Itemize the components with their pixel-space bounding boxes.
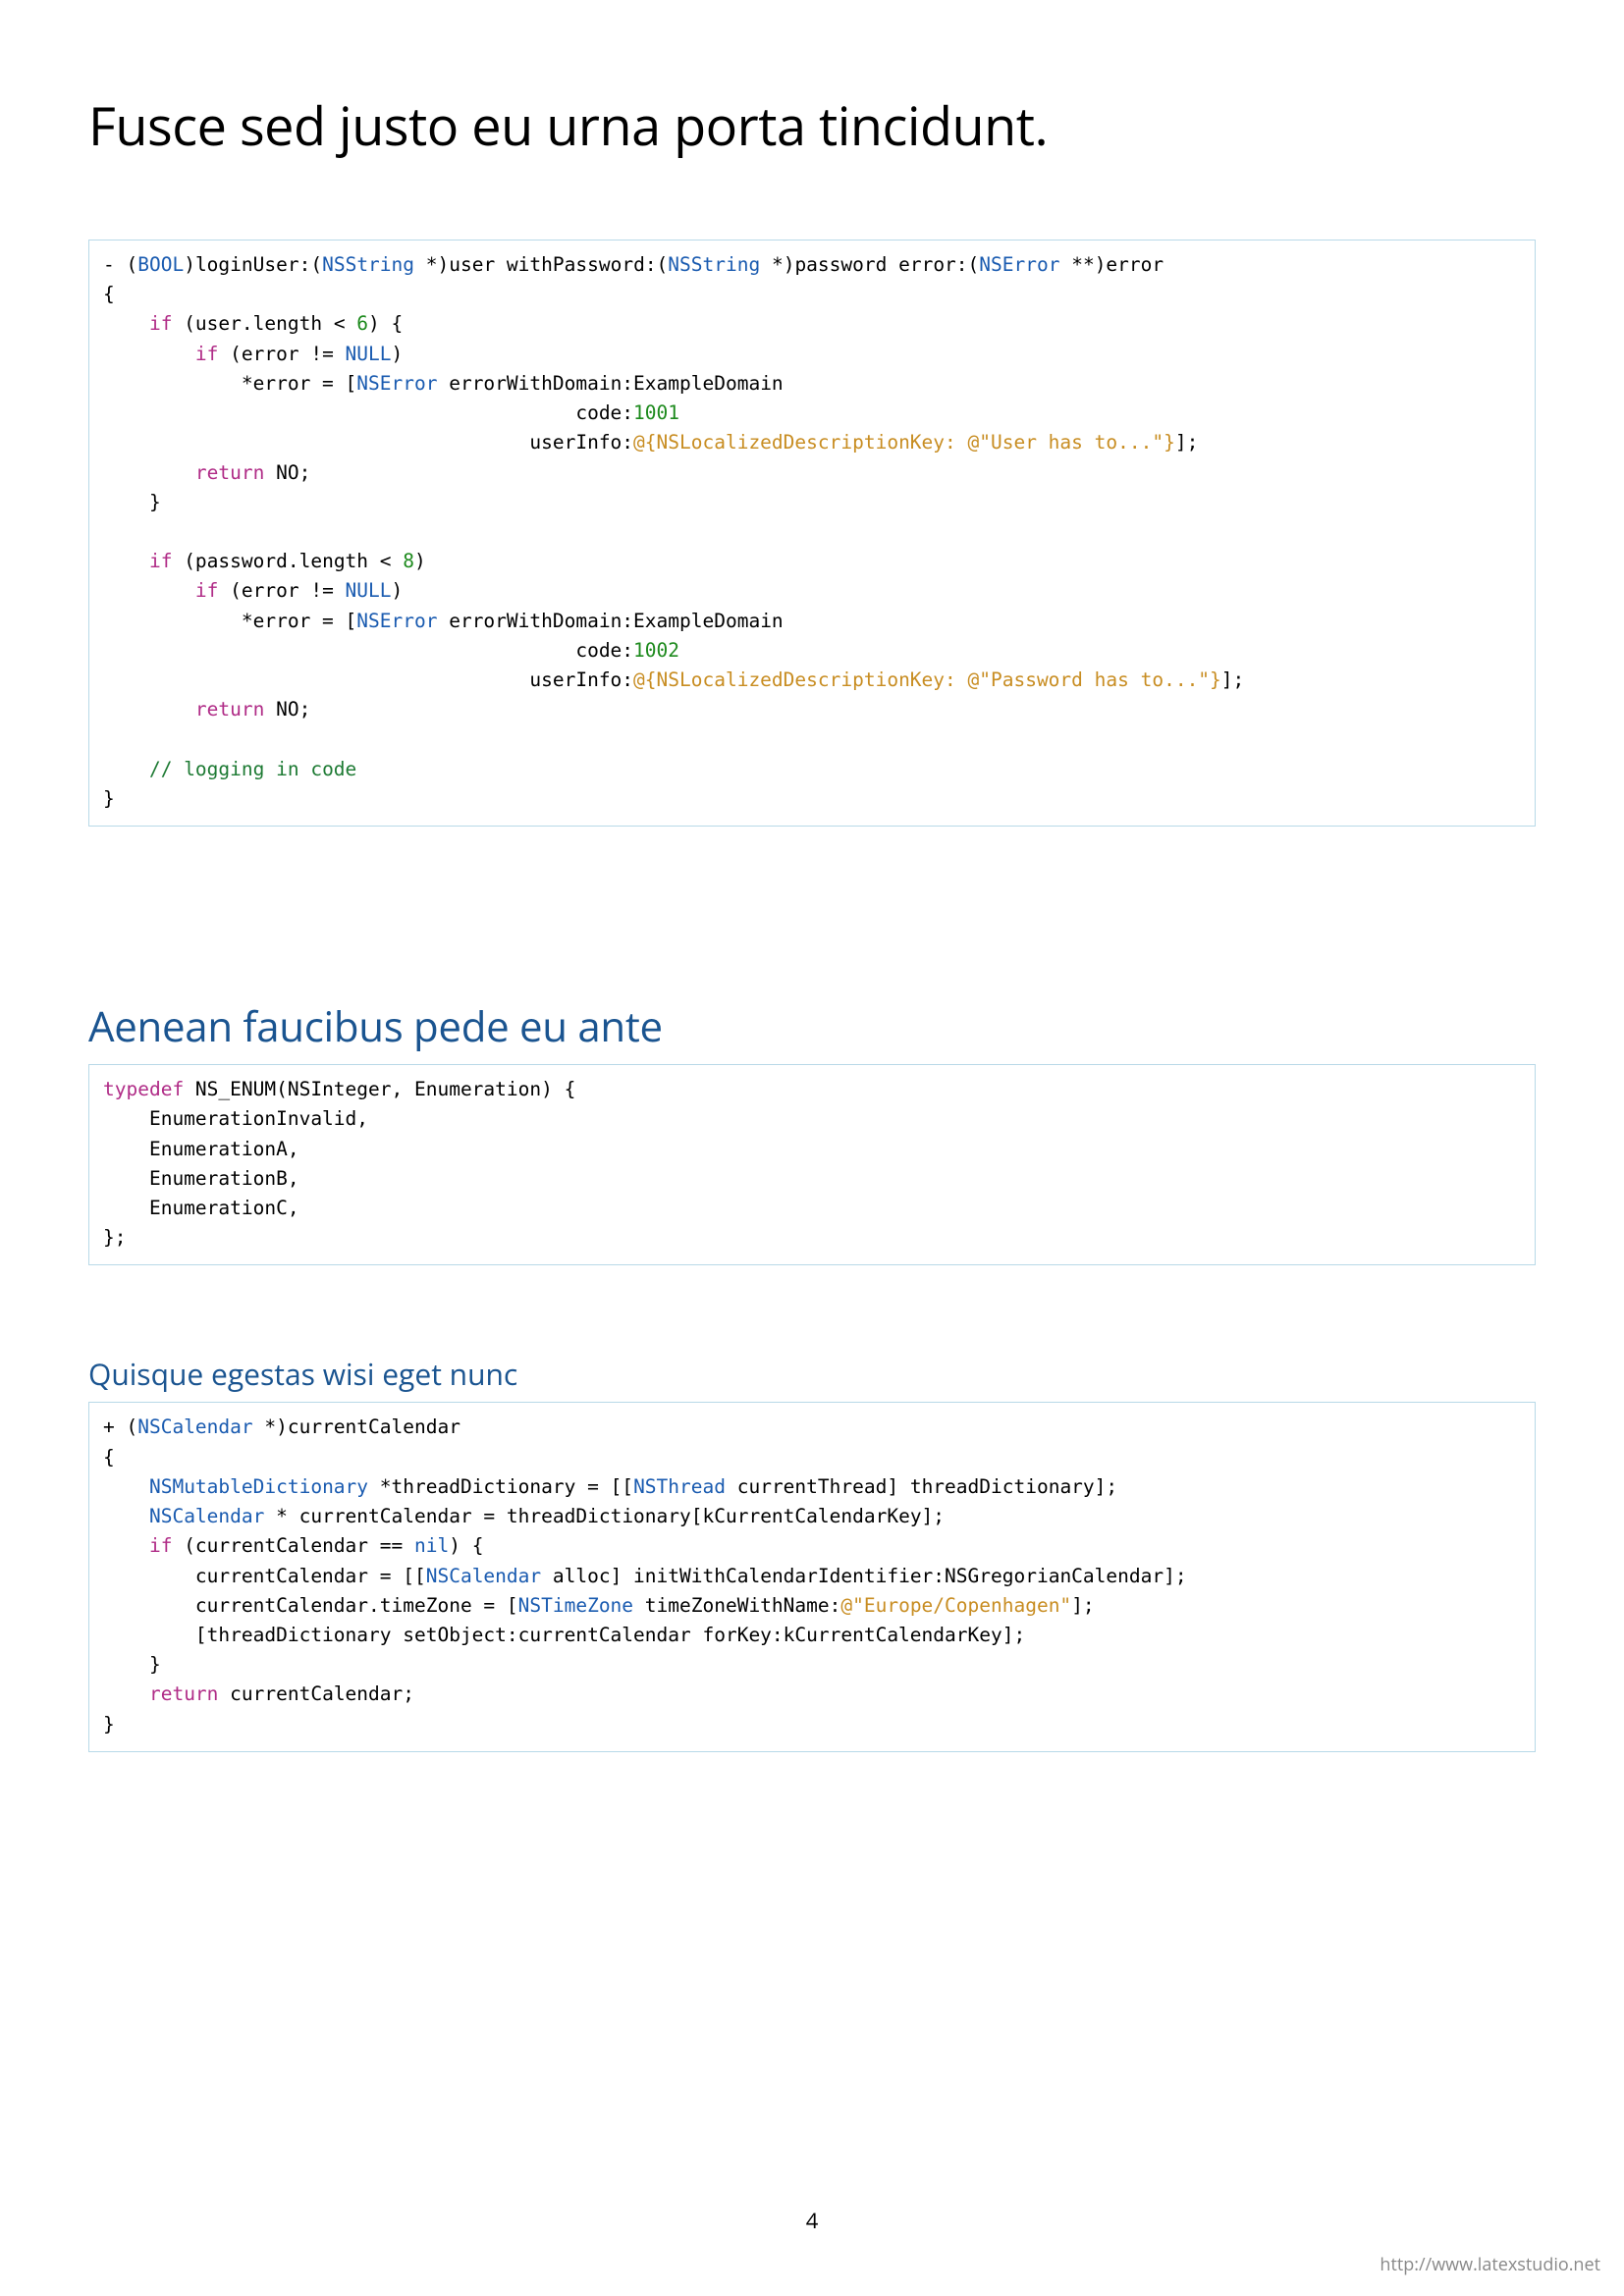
document-page: Fusce sed justo eu urna porta tincidunt.…	[0, 0, 1624, 2296]
section-heading: Aenean faucibus pede eu ante	[88, 998, 1536, 1054]
spacer	[88, 1265, 1536, 1354]
code-block-enum: typedef NS_ENUM(NSInteger, Enumeration) …	[88, 1064, 1536, 1265]
page-title: Fusce sed justo eu urna porta tincidunt.	[88, 88, 1536, 161]
code-block-login: - (BOOL)loginUser:(NSString *)user withP…	[88, 240, 1536, 827]
subsection-heading: Quisque egestas wisi eget nunc	[88, 1354, 1536, 1394]
spacer	[88, 827, 1536, 998]
code-block-calendar: + (NSCalendar *)currentCalendar { NSMuta…	[88, 1402, 1536, 1751]
footer-url: http://www.latexstudio.net	[1380, 2253, 1600, 2276]
page-number: 4	[0, 2206, 1624, 2235]
